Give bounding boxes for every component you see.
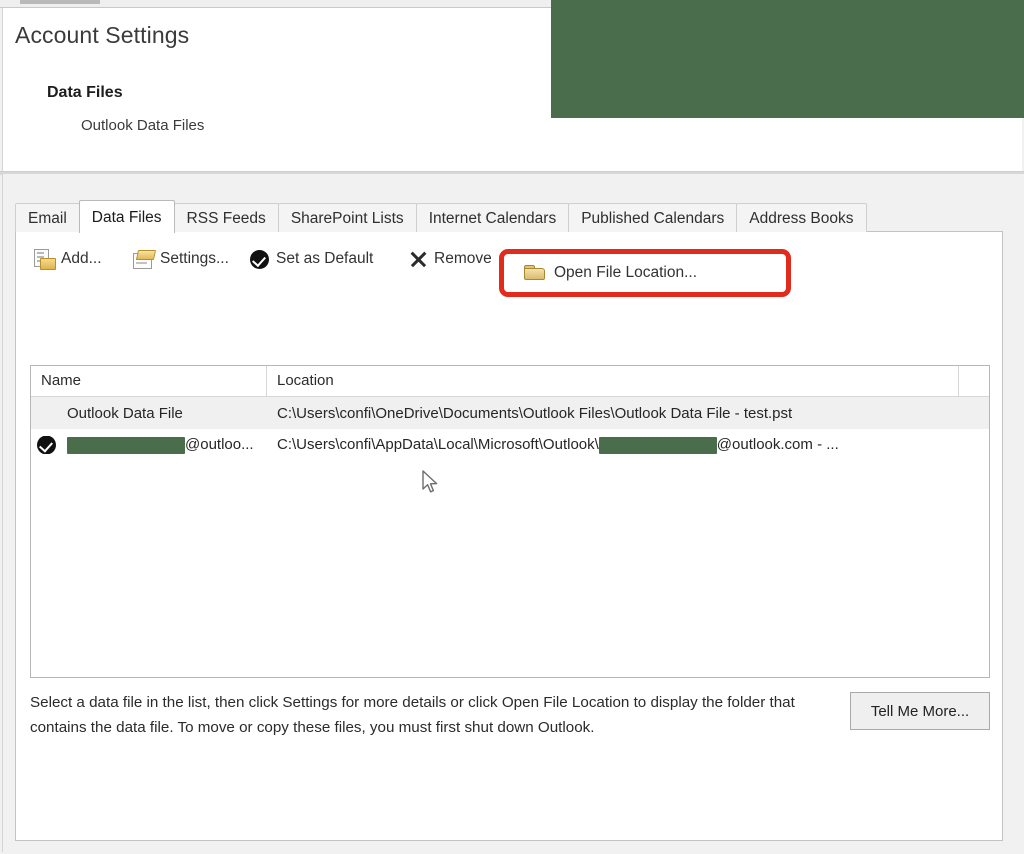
background-tab-stub [20,0,100,4]
set-as-default-button[interactable]: Set as Default [246,242,377,276]
add-button[interactable]: Add... [30,242,106,276]
settings-button[interactable]: Settings... [129,242,233,276]
redaction-block-account-name [67,437,185,454]
close-x-icon [410,251,427,268]
settings-icon [133,250,153,268]
folder-icon [524,265,545,281]
tab-address-books[interactable]: Address Books [736,203,866,232]
cell-location: C:\Users\confi\OneDrive\Documents\Outloo… [267,405,989,422]
cell-location-suffix: @outlook.com - ... [717,436,839,453]
tab-data-files[interactable]: Data Files [79,200,175,233]
tab-published-calendars[interactable]: Published Calendars [568,203,737,232]
cell-location-prefix: C:\Users\confi\AppData\Local\Microsoft\O… [277,436,599,453]
add-data-file-icon [34,249,54,269]
set-as-default-button-label: Set as Default [276,251,373,267]
remove-button[interactable]: Remove [406,242,496,276]
tab-rss-feeds[interactable]: RSS Feeds [174,203,279,232]
table-row[interactable]: @outloo... C:\Users\confi\AppData\Local\… [31,429,989,461]
cell-name: @outloo... [31,436,267,454]
tab-email[interactable]: Email [15,203,80,232]
settings-button-label: Settings... [160,251,229,267]
page-title: Account Settings [15,22,189,49]
cell-name-suffix: @outloo... [185,436,254,453]
data-files-table[interactable]: Name Location Outlook Data File C:\Users… [30,365,990,678]
table-row[interactable]: Outlook Data File C:\Users\confi\OneDriv… [31,397,989,429]
redaction-block-account-path [599,437,717,454]
open-file-location-button[interactable]: Open File Location... [524,260,697,286]
open-file-location-button-label: Open File Location... [554,264,697,282]
table-header-row: Name Location [31,366,989,397]
help-text: Select a data file in the list, then cli… [30,690,830,740]
remove-button-label: Remove [434,251,492,267]
redaction-block-header [551,0,1024,118]
section-description: Outlook Data Files [81,117,204,134]
tab-strip: Email Data Files RSS Feeds SharePoint Li… [15,201,866,232]
data-files-tab-panel: Add... Settings... Set as Default [15,231,1003,841]
column-header-location[interactable]: Location [267,366,959,396]
cell-name: Outlook Data File [31,405,267,422]
column-header-name[interactable]: Name [31,366,267,396]
cell-location: C:\Users\confi\AppData\Local\Microsoft\O… [267,436,989,454]
section-heading: Data Files [47,84,123,102]
add-button-label: Add... [61,251,102,267]
default-account-check-circle-icon [37,436,56,454]
column-header-spacer [959,366,989,396]
check-circle-icon [250,250,269,269]
tell-me-more-button[interactable]: Tell Me More... [850,692,990,730]
tab-internet-calendars[interactable]: Internet Calendars [416,203,570,232]
tab-sharepoint-lists[interactable]: SharePoint Lists [278,203,417,232]
